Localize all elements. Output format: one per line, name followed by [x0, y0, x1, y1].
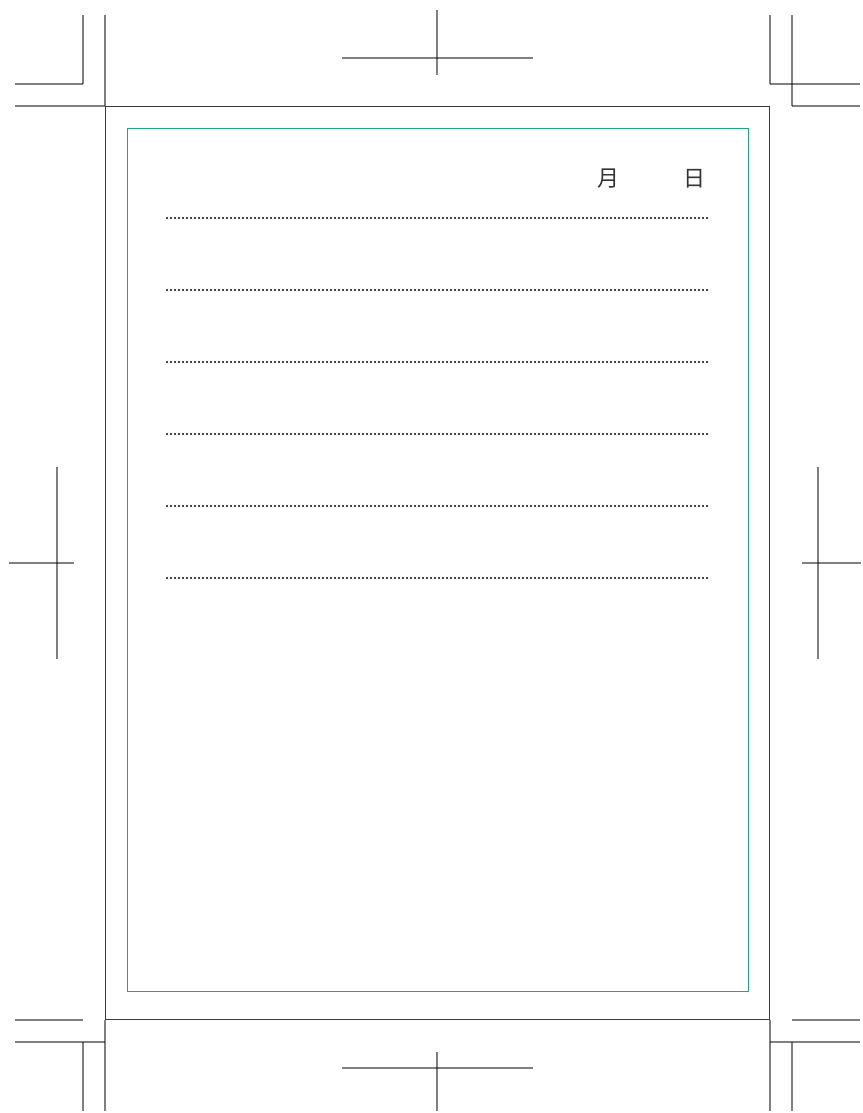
writing-line — [166, 433, 708, 435]
writing-line — [166, 217, 708, 219]
month-label: 月 — [597, 167, 620, 192]
content-border — [127, 128, 749, 992]
day-label: 日 — [683, 167, 706, 192]
writing-line — [166, 505, 708, 507]
writing-line — [166, 577, 708, 579]
writing-line — [166, 289, 708, 291]
writing-line — [166, 361, 708, 363]
